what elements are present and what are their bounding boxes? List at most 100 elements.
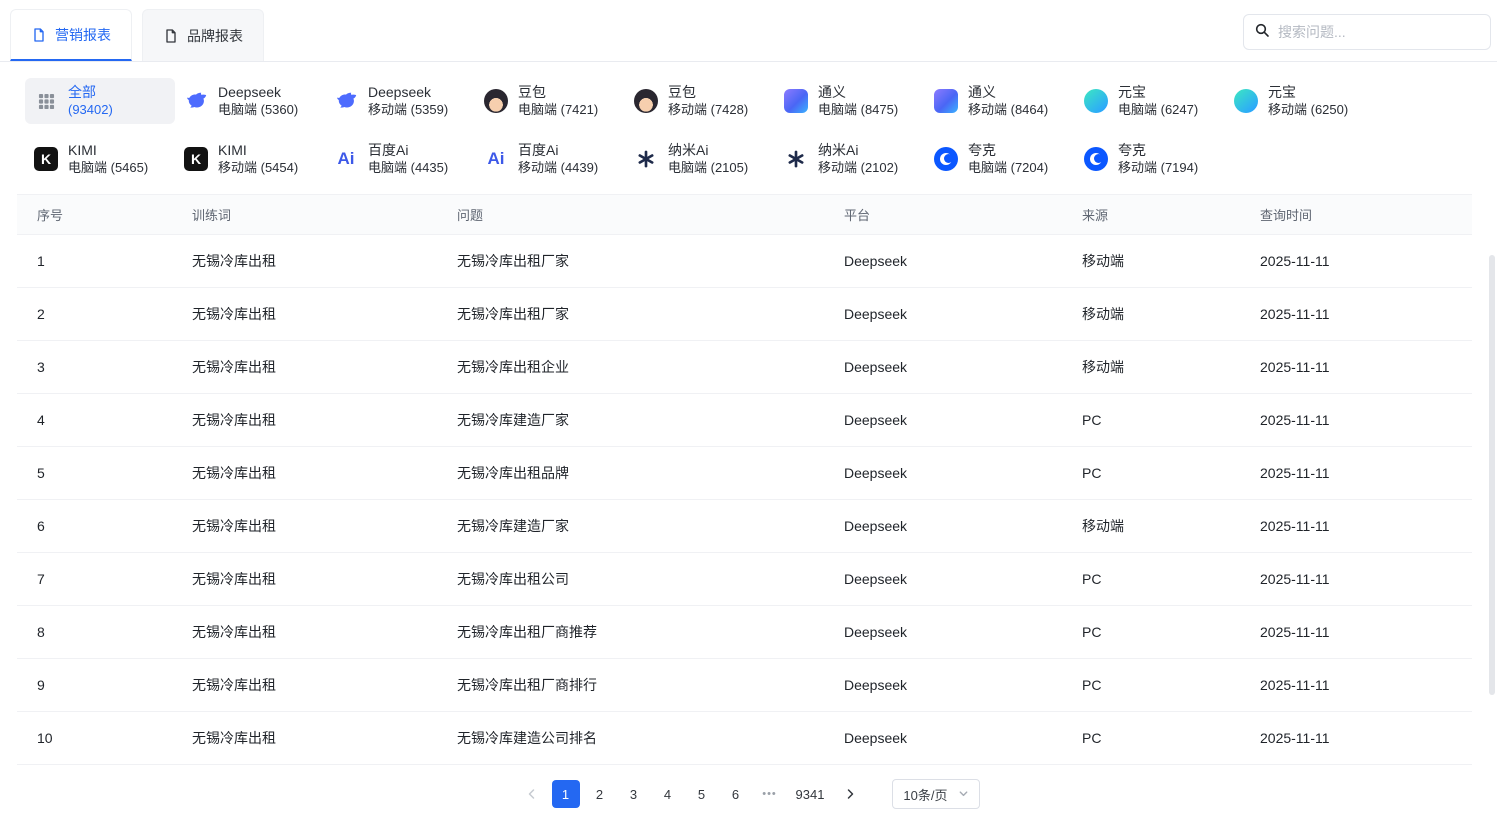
prev-page-button[interactable] xyxy=(518,780,546,808)
next-page-button[interactable] xyxy=(836,780,864,808)
filter-doubao-pc[interactable]: 豆包电脑端 (7421) xyxy=(475,78,625,124)
filter-deepseek-pc[interactable]: Deepseek电脑端 (5360) xyxy=(175,78,325,124)
cell-source: 移动端 xyxy=(1062,341,1240,394)
cell-index: 2 xyxy=(17,288,172,341)
filter-namiai-mobile[interactable]: 纳米Ai移动端 (2102) xyxy=(775,136,925,182)
cell-index: 3 xyxy=(17,341,172,394)
filter-quark-mobile[interactable]: 夸克移动端 (7194) xyxy=(1075,136,1225,182)
cell-question: 无锡冷库出租厂家 xyxy=(437,235,824,288)
document-icon xyxy=(163,28,179,44)
cell-question: 无锡冷库出租企业 xyxy=(437,341,824,394)
nami-ai-icon xyxy=(783,146,809,172)
table-row[interactable]: 5 无锡冷库出租 无锡冷库出租品牌 Deepseek PC 2025-11-11 xyxy=(17,447,1472,500)
filter-count: 电脑端 (5360) xyxy=(218,101,298,118)
filter-count: 电脑端 (2105) xyxy=(668,159,748,176)
page-button-5[interactable]: 5 xyxy=(688,780,716,808)
cell-source: 移动端 xyxy=(1062,235,1240,288)
filter-quark-pc[interactable]: 夸克电脑端 (7204) xyxy=(925,136,1075,182)
cell-question: 无锡冷库建造厂家 xyxy=(437,500,824,553)
filter-tongyi-pc[interactable]: 通义电脑端 (8475) xyxy=(775,78,925,124)
table-row[interactable]: 2 无锡冷库出租 无锡冷库出租厂家 Deepseek 移动端 2025-11-1… xyxy=(17,288,1472,341)
chevron-down-icon xyxy=(958,787,969,802)
table-row[interactable]: 9 无锡冷库出租 无锡冷库出租厂商排行 Deepseek PC 2025-11-… xyxy=(17,659,1472,712)
table-row[interactable]: 8 无锡冷库出租 无锡冷库出租厂商推荐 Deepseek PC 2025-11-… xyxy=(17,606,1472,659)
filter-count: 移动端 (5359) xyxy=(368,101,448,118)
cell-index: 8 xyxy=(17,606,172,659)
cell-query-time: 2025-11-11 xyxy=(1240,447,1472,500)
scrollbar-thumb[interactable] xyxy=(1489,255,1495,695)
tab-marketing-report[interactable]: 营销报表 xyxy=(10,9,132,61)
filter-name: 通义 xyxy=(818,84,898,101)
cell-question: 无锡冷库出租厂商推荐 xyxy=(437,606,824,659)
cell-platform: Deepseek xyxy=(824,606,1062,659)
page-button-last[interactable]: 9341 xyxy=(790,780,831,808)
filter-yuanbao-mobile[interactable]: 元宝移动端 (6250) xyxy=(1225,78,1375,124)
page-button-1[interactable]: 1 xyxy=(552,780,580,808)
cell-platform: Deepseek xyxy=(824,394,1062,447)
page-button-3[interactable]: 3 xyxy=(620,780,648,808)
filter-doubao-mobile[interactable]: 豆包移动端 (7428) xyxy=(625,78,775,124)
column-header-index: 序号 xyxy=(17,195,172,235)
cell-keyword: 无锡冷库出租 xyxy=(172,341,437,394)
doubao-icon xyxy=(483,88,509,114)
table-row[interactable]: 7 无锡冷库出租 无锡冷库出租公司 Deepseek PC 2025-11-11 xyxy=(17,553,1472,606)
table-row[interactable]: 1 无锡冷库出租 无锡冷库出租厂家 Deepseek 移动端 2025-11-1… xyxy=(17,235,1472,288)
filter-count: 移动端 (2102) xyxy=(818,159,898,176)
cell-index: 9 xyxy=(17,659,172,712)
yuanbao-icon xyxy=(1233,88,1259,114)
page-size-select[interactable]: 10条/页 xyxy=(892,779,979,809)
deepseek-icon xyxy=(183,88,209,114)
filter-name: 豆包 xyxy=(518,84,598,101)
filter-deepseek-mobile[interactable]: Deepseek移动端 (5359) xyxy=(325,78,475,124)
filter-baiduai-mobile[interactable]: Ai 百度Ai移动端 (4439) xyxy=(475,136,625,182)
cell-query-time: 2025-11-11 xyxy=(1240,341,1472,394)
cell-question: 无锡冷库出租厂家 xyxy=(437,288,824,341)
cell-platform: Deepseek xyxy=(824,500,1062,553)
platform-filters: 全部(93402) Deepseek电脑端 (5360) Deepseek移动端… xyxy=(0,62,1497,188)
filter-name: 纳米Ai xyxy=(818,142,898,159)
table-row[interactable]: 4 无锡冷库出租 无锡冷库建造厂家 Deepseek PC 2025-11-11 xyxy=(17,394,1472,447)
more-pages-ellipsis[interactable]: ••• xyxy=(756,788,784,800)
table-row[interactable]: 3 无锡冷库出租 无锡冷库出租企业 Deepseek 移动端 2025-11-1… xyxy=(17,341,1472,394)
filter-baiduai-pc[interactable]: Ai 百度Ai电脑端 (4435) xyxy=(325,136,475,182)
filter-count: 电脑端 (8475) xyxy=(818,101,898,118)
cell-source: PC xyxy=(1062,659,1240,712)
filter-tongyi-mobile[interactable]: 通义移动端 (8464) xyxy=(925,78,1075,124)
tab-bar: 营销报表 品牌报表 xyxy=(10,9,264,61)
page-button-4[interactable]: 4 xyxy=(654,780,682,808)
filter-kimi-mobile[interactable]: K KIMI移动端 (5454) xyxy=(175,136,325,182)
cell-index: 6 xyxy=(17,500,172,553)
filter-yuanbao-pc[interactable]: 元宝电脑端 (6247) xyxy=(1075,78,1225,124)
column-header-source: 来源 xyxy=(1062,195,1240,235)
quark-icon xyxy=(1083,146,1109,172)
filter-name: KIMI xyxy=(218,142,298,159)
page-button-6[interactable]: 6 xyxy=(722,780,750,808)
cell-question: 无锡冷库出租品牌 xyxy=(437,447,824,500)
filter-name: 豆包 xyxy=(668,84,748,101)
cell-platform: Deepseek xyxy=(824,288,1062,341)
filter-count: 移动端 (5454) xyxy=(218,159,298,176)
deepseek-icon xyxy=(333,88,359,114)
page-button-2[interactable]: 2 xyxy=(586,780,614,808)
cell-query-time: 2025-11-11 xyxy=(1240,712,1472,765)
filter-all[interactable]: 全部(93402) xyxy=(25,78,175,124)
cell-platform: Deepseek xyxy=(824,341,1062,394)
cell-index: 7 xyxy=(17,553,172,606)
search-input[interactable] xyxy=(1278,24,1480,40)
table-row[interactable]: 10 无锡冷库出租 无锡冷库建造公司排名 Deepseek PC 2025-11… xyxy=(17,712,1472,765)
filter-count: (93402) xyxy=(68,101,113,118)
cell-index: 4 xyxy=(17,394,172,447)
cell-query-time: 2025-11-11 xyxy=(1240,553,1472,606)
doubao-icon xyxy=(633,88,659,114)
filter-kimi-pc[interactable]: K KIMI电脑端 (5465) xyxy=(25,136,175,182)
filter-count: 移动端 (7194) xyxy=(1118,159,1198,176)
filter-namiai-pc[interactable]: 纳米Ai电脑端 (2105) xyxy=(625,136,775,182)
cell-source: PC xyxy=(1062,447,1240,500)
search-box[interactable] xyxy=(1243,14,1491,50)
tab-brand-report[interactable]: 品牌报表 xyxy=(142,9,264,61)
cell-platform: Deepseek xyxy=(824,659,1062,712)
table-row[interactable]: 6 无锡冷库出租 无锡冷库建造厂家 Deepseek 移动端 2025-11-1… xyxy=(17,500,1472,553)
cell-index: 1 xyxy=(17,235,172,288)
table-header-row: 序号 训练词 问题 平台 来源 查询时间 xyxy=(17,195,1472,235)
cell-question: 无锡冷库建造公司排名 xyxy=(437,712,824,765)
